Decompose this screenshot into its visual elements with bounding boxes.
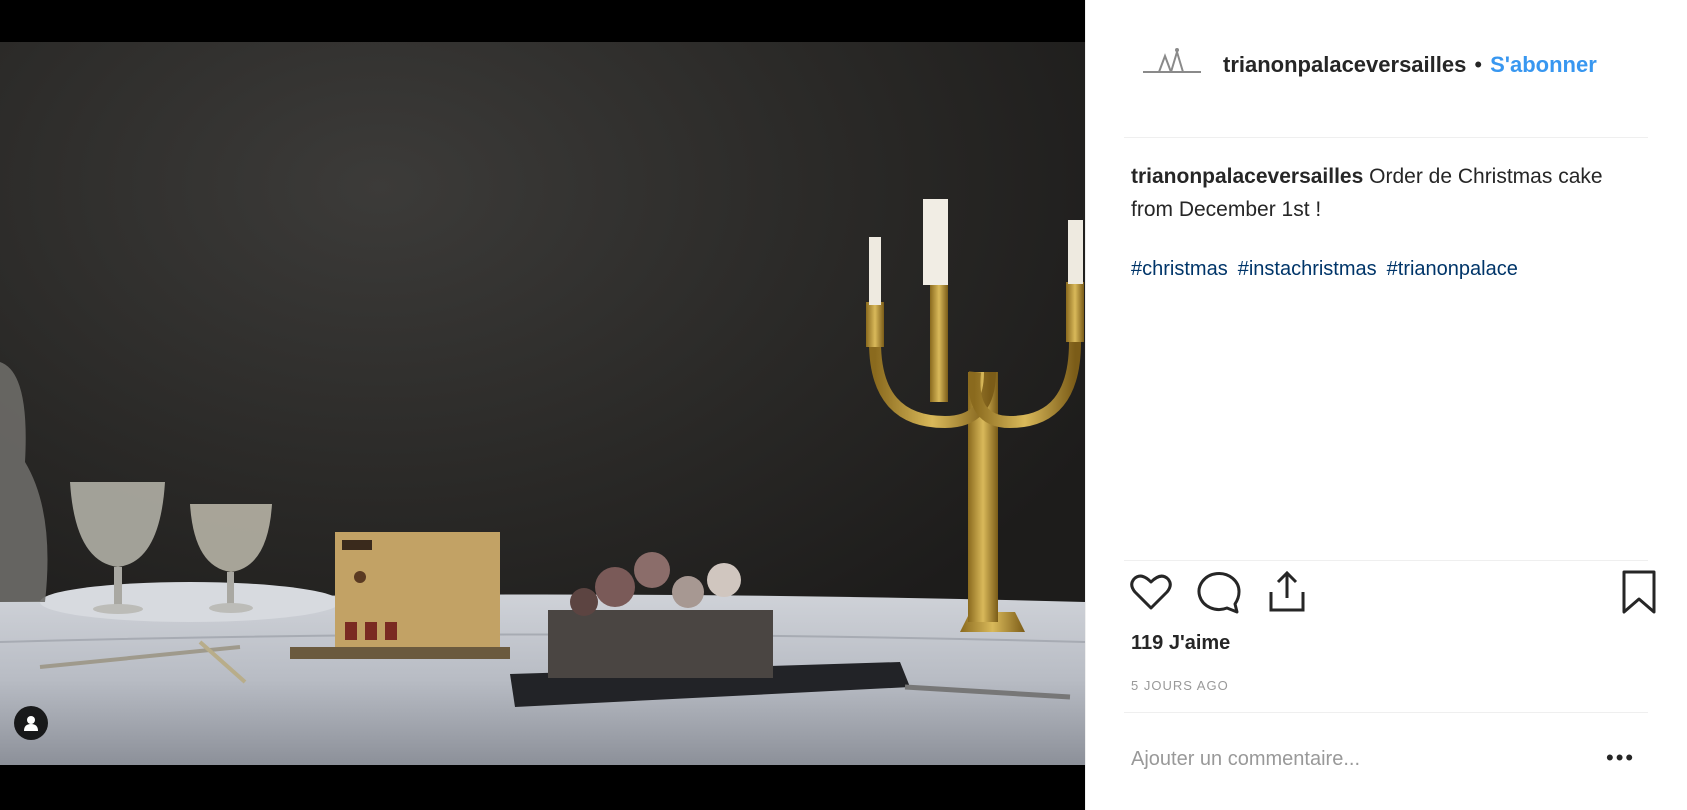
caption-username[interactable]: trianonpalaceversailles [1131, 165, 1363, 188]
header-separator: • [1474, 52, 1483, 77]
divider [1124, 137, 1648, 138]
post-media [0, 0, 1085, 810]
username-link[interactable]: trianonpalaceversailles [1223, 52, 1466, 77]
post-header: trianonpalaceversailles • S'abonner [1086, 28, 1687, 108]
share-icon[interactable] [1262, 567, 1312, 617]
action-bar [1126, 567, 1666, 617]
post-date[interactable]: 5 JOURS AGO [1131, 678, 1229, 693]
post-photo[interactable] [0, 42, 1085, 765]
post-caption: trianonpalaceversailles Order de Christm… [1131, 160, 1631, 226]
comment-icon[interactable] [1194, 567, 1244, 617]
follow-button[interactable]: S'abonner [1490, 52, 1597, 77]
divider [1124, 560, 1648, 561]
hashtag-link[interactable]: #trianonpalace [1387, 258, 1518, 280]
more-options-button[interactable]: ••• [1606, 745, 1635, 771]
avatar[interactable] [1141, 42, 1203, 82]
instagram-post-view: trianonpalaceversailles • S'abonner triano… [0, 0, 1687, 810]
post-sidebar: trianonpalaceversailles • S'abonner triano… [1085, 0, 1687, 810]
likes-count[interactable]: 119 J'aime [1131, 632, 1230, 655]
hashtag-link[interactable]: #christmas [1131, 258, 1228, 280]
hashtag-link[interactable]: #instachristmas [1238, 258, 1377, 280]
comment-input[interactable]: Ajouter un commentaire... [1131, 748, 1360, 771]
heart-icon[interactable] [1126, 567, 1176, 617]
bookmark-icon[interactable] [1614, 567, 1664, 617]
post-header-text: trianonpalaceversailles • S'abonner [1223, 52, 1597, 78]
user-tag-icon[interactable] [14, 706, 48, 740]
divider [1124, 712, 1648, 713]
hashtag-list: #christmas #instachristmas #trianonpalace [1131, 258, 1651, 281]
